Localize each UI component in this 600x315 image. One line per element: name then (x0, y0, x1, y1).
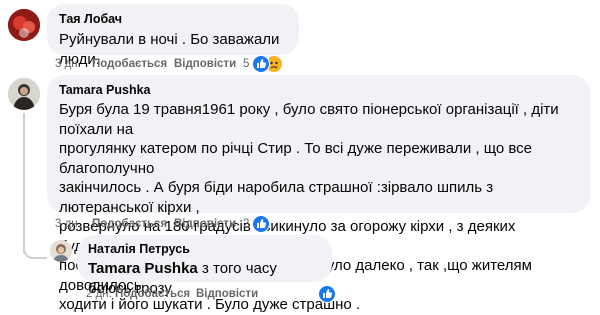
like-button[interactable]: Подобається (92, 218, 167, 230)
like-reaction-icon (318, 285, 336, 303)
comment-author[interactable]: Тая Лобач (59, 11, 287, 27)
reaction-summary-2[interactable]: 2 (243, 215, 271, 233)
reply-button[interactable]: Відповісти (196, 288, 258, 300)
avatar-tamara-pushka[interactable] (8, 78, 40, 110)
reply-bubble: Наталія Петрусь Tamara Pushka з того час… (77, 235, 332, 297)
like-reaction-icon (252, 215, 271, 233)
comment-time[interactable]: 3 дн. (55, 218, 81, 230)
comment-bubble-2: Tamara Pushka Буря була 19 травня1961 ро… (47, 75, 590, 313)
comment-line: Буря була 19 травня1961 року , було свят… (59, 101, 559, 138)
like-button[interactable]: Подобається (115, 288, 190, 300)
avatar-taya-lobach[interactable] (8, 9, 40, 41)
avatar-image (50, 240, 72, 262)
avatar-image (8, 78, 40, 110)
comment-bubble-1: Тая Лобач Руйнували в ночі . Бо заважали… (47, 4, 299, 68)
mention-tamara-pushka[interactable]: Tamara Pushka (88, 260, 198, 277)
like-button[interactable]: Подобається (92, 58, 167, 70)
avatar-image (8, 9, 40, 41)
like-reaction-icon (252, 55, 271, 73)
avatar-nataliia-petrus[interactable] (50, 240, 72, 262)
reaction-summary-3[interactable] (318, 285, 336, 303)
comment-time[interactable]: 2 дн. (86, 288, 112, 300)
reaction-count: 2 (243, 218, 250, 230)
reaction-summary-1[interactable]: 5 (243, 55, 284, 73)
reply-thread-curve (23, 243, 47, 259)
comment-author[interactable]: Tamara Pushka (59, 82, 578, 98)
comment-line: закінчилось . А буря біди наробила страш… (59, 179, 494, 216)
reaction-count: 5 (243, 58, 250, 70)
comment-author[interactable]: Наталія Петрусь (88, 241, 321, 257)
reply-button[interactable]: Відповісти (174, 58, 236, 70)
reply-actions: 2 дн. Подобається Відповісти (86, 288, 336, 302)
reply-button[interactable]: Відповісти (174, 218, 236, 230)
comment-time[interactable]: 3 дн. (55, 58, 81, 70)
comment-line: прогулянку катером по річці Стир . То вс… (59, 140, 533, 177)
reply-thread-line (23, 113, 25, 253)
